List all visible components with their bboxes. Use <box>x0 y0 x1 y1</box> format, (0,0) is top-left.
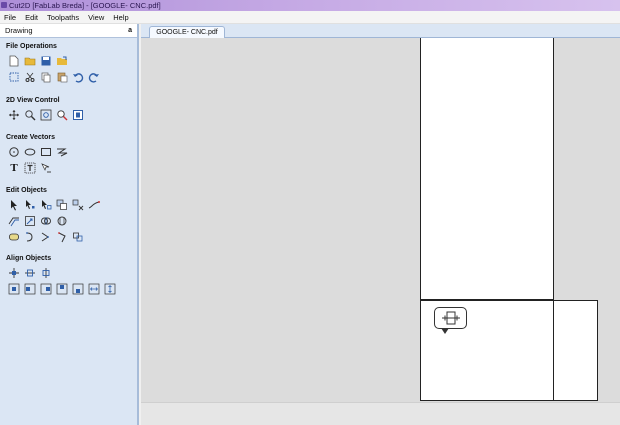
menu-view[interactable]: View <box>88 13 104 22</box>
edit-objects-title: Edit Objects <box>6 187 47 194</box>
menu-edit[interactable]: Edit <box>25 13 38 22</box>
distribute-vertical-icon[interactable] <box>102 282 118 296</box>
ellipse-icon[interactable] <box>22 145 38 159</box>
material-sheet-top <box>420 38 554 300</box>
text-tool-glyph: T <box>10 162 18 174</box>
trim-icon[interactable] <box>22 230 38 244</box>
select-area-icon[interactable] <box>6 70 22 84</box>
window-titlebar: Cut2D [FabLab Breda] - [GOOGLE- CNC.pdf] <box>0 0 620 11</box>
text-on-curve-icon[interactable] <box>38 161 54 175</box>
subtract-icon[interactable] <box>54 214 70 228</box>
view-control-title: 2D View Control <box>6 97 60 104</box>
view-control-section: 2D View Control <box>6 97 86 123</box>
copy-icon[interactable] <box>38 70 54 84</box>
align-horizontal-center-icon[interactable] <box>22 266 38 280</box>
redo-icon[interactable] <box>86 70 102 84</box>
align-objects-section: Align Objects <box>6 255 118 297</box>
file-operations-section: File Operations <box>6 43 102 85</box>
polyline-icon[interactable] <box>54 145 70 159</box>
origin-marker-icon[interactable] <box>434 307 467 329</box>
align-objects-title: Align Objects <box>6 255 52 262</box>
align-top-icon[interactable] <box>54 282 70 296</box>
open-file-icon[interactable] <box>22 54 38 68</box>
new-file-icon[interactable] <box>6 54 22 68</box>
drawing-panel: Drawing a File Operations 2D View Contro… <box>0 24 139 425</box>
weld-icon[interactable] <box>38 214 54 228</box>
circle-icon[interactable] <box>6 145 22 159</box>
file-operations-title: File Operations <box>6 43 57 50</box>
join-vectors-icon[interactable] <box>86 198 102 212</box>
node-edit-icon[interactable] <box>22 198 38 212</box>
select-arrow-icon[interactable] <box>6 198 22 212</box>
drawing-panel-header: Drawing a <box>0 24 137 38</box>
ungroup-icon[interactable] <box>70 198 86 212</box>
paste-icon[interactable] <box>54 70 70 84</box>
distribute-horizontal-icon[interactable] <box>86 282 102 296</box>
callout-tail <box>441 328 449 334</box>
align-page-center-icon[interactable] <box>6 282 22 296</box>
menu-bar: File Edit Toolpaths View Help <box>0 11 620 24</box>
rectangle-icon[interactable] <box>38 145 54 159</box>
text-box-icon[interactable] <box>22 161 38 175</box>
save-file-icon[interactable] <box>38 54 54 68</box>
menu-file[interactable]: File <box>4 13 16 22</box>
menu-help[interactable]: Help <box>113 13 128 22</box>
cut-icon[interactable] <box>22 70 38 84</box>
canvas-scroll-area[interactable] <box>141 402 620 425</box>
align-right-icon[interactable] <box>38 282 54 296</box>
fillet-icon[interactable] <box>6 230 22 244</box>
menu-toolpaths[interactable]: Toolpaths <box>47 13 79 22</box>
extend-icon[interactable] <box>38 230 54 244</box>
tab-document[interactable]: GOOGLE- CNC.pdf <box>149 26 225 38</box>
import-folder-icon[interactable] <box>54 54 70 68</box>
zoom-fit-icon[interactable] <box>38 108 54 122</box>
align-vertical-center-icon[interactable] <box>38 266 54 280</box>
zoom-selection-icon[interactable] <box>54 108 70 122</box>
window-title: Cut2D [FabLab Breda] - [GOOGLE- CNC.pdf] <box>9 1 161 10</box>
pin-icon[interactable]: a <box>128 27 132 34</box>
zoom-icon[interactable] <box>22 108 38 122</box>
close-vector-icon[interactable] <box>54 230 70 244</box>
pan-icon[interactable] <box>6 108 22 122</box>
text-icon[interactable]: T <box>6 161 22 175</box>
create-vectors-section: Create Vectors T <box>6 134 70 176</box>
sheet-divider <box>553 300 554 401</box>
transform-icon[interactable] <box>38 198 54 212</box>
create-vectors-title: Create Vectors <box>6 134 56 141</box>
drawing-canvas[interactable] <box>141 38 620 425</box>
undo-icon[interactable] <box>70 70 86 84</box>
offset-icon[interactable] <box>6 214 22 228</box>
app-icon <box>1 2 7 8</box>
interlocking-icon[interactable] <box>70 230 86 244</box>
align-center-icon[interactable] <box>6 266 22 280</box>
align-left-icon[interactable] <box>22 282 38 296</box>
group-icon[interactable] <box>54 198 70 212</box>
edit-objects-section: Edit Objects <box>6 187 102 245</box>
document-tabstrip: GOOGLE- CNC.pdf <box>141 24 620 38</box>
mirror-icon[interactable] <box>22 214 38 228</box>
view-page-icon[interactable] <box>70 108 86 122</box>
drawing-panel-title: Drawing <box>5 26 33 35</box>
align-bottom-icon[interactable] <box>70 282 86 296</box>
